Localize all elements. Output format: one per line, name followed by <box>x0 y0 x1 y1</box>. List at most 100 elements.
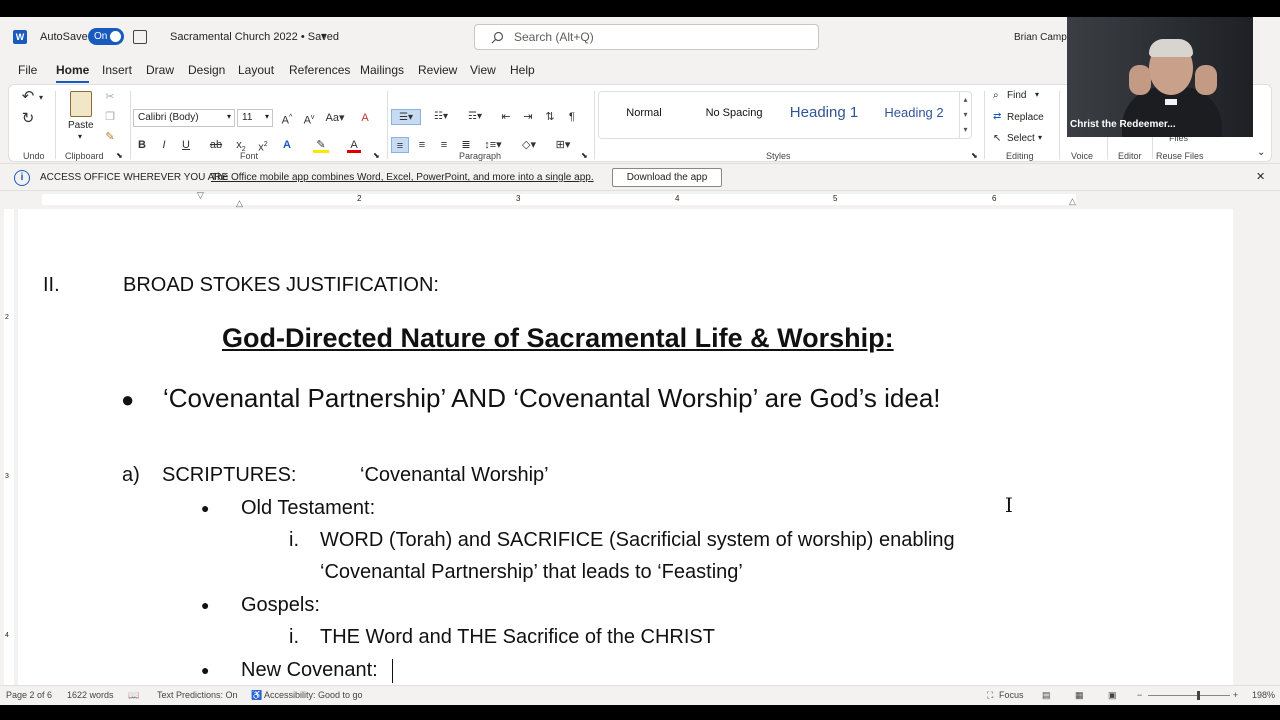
zoom-out-icon[interactable]: − <box>1137 690 1142 700</box>
sub-a-marker[interactable]: a) <box>122 464 140 487</box>
old-testament-label[interactable]: Old Testament: <box>241 497 375 520</box>
editor-group-label[interactable]: Editor <box>1118 151 1142 161</box>
autosave-toggle[interactable]: On <box>88 28 124 45</box>
tab-references[interactable]: References <box>289 63 350 77</box>
document-heading[interactable]: God-Directed Nature of Sacramental Life … <box>222 323 894 354</box>
search-box[interactable]: Search (Alt+Q) <box>474 24 819 50</box>
sort-icon[interactable]: ⇅ <box>543 109 557 125</box>
find-dropdown-icon[interactable]: ▾ <box>1035 90 1039 99</box>
borders-icon[interactable]: ⊞▾ <box>551 137 575 153</box>
find-button[interactable]: Find <box>1007 90 1026 101</box>
zoom-slider[interactable] <box>1148 691 1230 700</box>
show-formatting-icon[interactable]: ¶ <box>565 109 579 125</box>
user-name[interactable]: Brian Camp <box>1014 32 1067 43</box>
voice-group-label[interactable]: Voice <box>1071 151 1093 161</box>
sub-a-value[interactable]: ‘Covenantal Worship’ <box>360 464 549 487</box>
word-count[interactable]: 1622 words <box>67 690 114 700</box>
clear-formatting-icon[interactable]: A <box>357 110 373 126</box>
underline-icon[interactable]: U <box>179 137 193 153</box>
style-no-spacing[interactable]: No Spacing <box>689 92 779 138</box>
tab-help[interactable]: Help <box>510 63 535 77</box>
tab-draw[interactable]: Draw <box>146 63 174 77</box>
change-case-icon[interactable]: Aa▾ <box>323 110 347 126</box>
left-indent-marker[interactable]: △ <box>236 198 243 209</box>
download-app-button[interactable]: Download the app <box>612 168 722 187</box>
align-left-icon[interactable]: ≡ <box>391 137 409 153</box>
print-layout-icon[interactable]: ▦ <box>1075 690 1084 701</box>
ribbon-collapse-icon[interactable]: ⌄ <box>1257 147 1265 158</box>
align-right-icon[interactable]: ≡ <box>437 137 451 153</box>
info-bar-message[interactable]: The Office mobile app combines Word, Exc… <box>211 172 594 183</box>
tab-home[interactable]: Home <box>56 63 90 83</box>
horizontal-ruler[interactable]: ▽ △ △ 1 2 3 4 5 6 <box>0 190 1280 209</box>
numbering-icon[interactable]: ☷▾ <box>427 109 455 125</box>
section-number[interactable]: II. <box>43 274 60 297</box>
tab-design[interactable]: Design <box>188 63 225 77</box>
web-layout-icon[interactable]: ▣ <box>1108 690 1117 701</box>
first-line-indent-marker[interactable]: ▽ <box>197 190 204 201</box>
close-icon[interactable]: ✕ <box>1256 170 1265 183</box>
tab-view[interactable]: View <box>470 63 496 77</box>
multilevel-list-icon[interactable]: ☶▾ <box>461 109 489 125</box>
tab-layout[interactable]: Layout <box>238 63 274 77</box>
font-launcher-icon[interactable]: ⬊ <box>373 151 380 160</box>
bold-icon[interactable]: B <box>135 137 149 153</box>
highlight-icon[interactable]: ✎ <box>313 137 329 153</box>
zoom-in-icon[interactable]: + <box>1233 690 1238 700</box>
styles-launcher-icon[interactable]: ⬊ <box>971 151 978 160</box>
chevron-down-icon[interactable]: ▾ <box>321 31 326 42</box>
shading-icon[interactable]: ◇▾ <box>517 137 541 153</box>
copy-icon[interactable]: ❐ <box>103 109 117 125</box>
section-title[interactable]: BROAD STOKES JUSTIFICATION: <box>123 274 439 297</box>
style-heading-2[interactable]: Heading 2 <box>869 92 959 138</box>
text-predictions[interactable]: Text Predictions: On <box>157 690 238 700</box>
vertical-ruler[interactable]: 2 3 4 <box>0 209 18 689</box>
paragraph-launcher-icon[interactable]: ⬊ <box>581 151 588 160</box>
font-color-icon[interactable]: A <box>347 137 361 153</box>
style-heading-1[interactable]: Heading 1 <box>779 92 869 138</box>
tab-file[interactable]: File <box>18 63 37 77</box>
undo-icon[interactable]: ↶ <box>19 89 37 105</box>
reuse-files-group-label[interactable]: Reuse Files <box>1156 151 1204 161</box>
new-covenant-label[interactable]: New Covenant: <box>241 659 378 682</box>
styles-scroll[interactable]: ▴ ▾ ▾ <box>959 92 971 138</box>
page-indicator[interactable]: Page 2 of 6 <box>6 690 52 700</box>
tab-mailings[interactable]: Mailings <box>360 63 404 77</box>
gospels-label[interactable]: Gospels: <box>241 594 320 617</box>
accessibility-icon[interactable]: ♿ <box>251 690 262 701</box>
cut-icon[interactable]: ✂ <box>103 89 117 105</box>
document-title[interactable]: Sacramental Church 2022 • Saved <box>170 31 339 43</box>
font-size-dropdown[interactable]: 11 ▾ <box>237 109 273 127</box>
select-dropdown-icon[interactable]: ▾ <box>1038 133 1042 142</box>
paste-label[interactable]: Paste <box>68 120 94 131</box>
sub-a-label[interactable]: SCRIPTURES: <box>162 464 296 487</box>
ot-item-line2[interactable]: ‘Covenantal Partnership’ that leads to ‘… <box>320 561 743 584</box>
tab-insert[interactable]: Insert <box>102 63 132 77</box>
text-effects-icon[interactable]: A <box>279 137 295 153</box>
replace-button[interactable]: Replace <box>1007 112 1044 123</box>
font-name-dropdown[interactable]: Calibri (Body) ▾ <box>133 109 235 127</box>
zoom-level[interactable]: 198% <box>1252 690 1275 700</box>
gospels-item-text[interactable]: THE Word and THE Sacrifice of the CHRIST <box>320 626 715 649</box>
decrease-indent-icon[interactable]: ⇤ <box>499 109 513 125</box>
increase-indent-icon[interactable]: ⇥ <box>521 109 535 125</box>
bullets-icon[interactable]: ☰▾ <box>391 109 421 125</box>
read-mode-icon[interactable]: ▤ <box>1042 690 1051 701</box>
strikethrough-icon[interactable]: ab <box>209 137 223 153</box>
ot-item-line1[interactable]: WORD (Torah) and SACRIFICE (Sacrificial … <box>320 529 955 552</box>
save-icon[interactable] <box>133 30 147 44</box>
select-icon[interactable]: ↖ <box>993 133 1001 144</box>
align-center-icon[interactable]: ≡ <box>415 137 429 153</box>
clipboard-launcher-icon[interactable]: ⬊ <box>116 151 123 160</box>
zoom-slider-thumb[interactable] <box>1197 691 1200 700</box>
ot-item-marker[interactable]: i. <box>289 529 299 552</box>
redo-icon[interactable]: ↻ <box>19 111 37 127</box>
undo-dropdown-icon[interactable]: ▾ <box>37 90 45 106</box>
right-indent-marker[interactable]: △ <box>1069 196 1076 207</box>
style-normal[interactable]: Normal <box>599 92 689 138</box>
spelling-icon[interactable]: 📖 <box>128 690 139 701</box>
shrink-font-icon[interactable]: Av <box>301 110 317 127</box>
focus-button[interactable]: Focus <box>999 690 1024 700</box>
gospels-item-marker[interactable]: i. <box>289 626 299 649</box>
find-icon[interactable]: ⌕ <box>993 90 999 101</box>
